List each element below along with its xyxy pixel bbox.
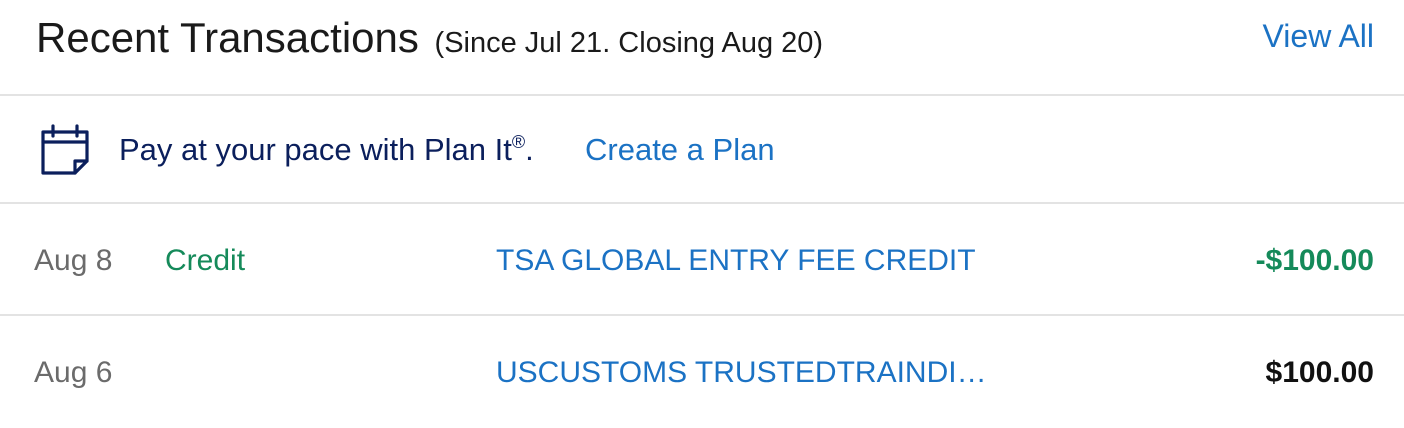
transaction-row[interactable]: Aug 6 USCUSTOMS TRUSTEDTRAINDI… $100.00	[0, 316, 1404, 428]
promo-text: Pay at your pace with Plan It®.	[119, 132, 534, 168]
billing-period-subtitle: (Since Jul 21. Closing Aug 20)	[434, 27, 824, 59]
registered-mark: ®	[511, 132, 526, 152]
credit-tag: Credit	[165, 244, 246, 277]
transaction-amount: -$100.00	[1255, 244, 1374, 277]
promo-period: .	[525, 132, 534, 167]
create-plan-link[interactable]: Create a Plan	[585, 132, 775, 168]
transaction-amount: $100.00	[1265, 356, 1374, 389]
recent-transactions-header: Recent Transactions (Since Jul 21. Closi…	[0, 0, 1404, 96]
title-text: Recent Transactions	[36, 14, 419, 61]
calendar-icon	[40, 124, 90, 176]
transaction-date: Aug 8	[34, 244, 113, 277]
transaction-description[interactable]: USCUSTOMS TRUSTEDTRAINDI…	[496, 356, 987, 390]
plan-it-promo: Pay at your pace with Plan It®. Create a…	[0, 96, 1404, 204]
view-all-link[interactable]: View All	[1263, 18, 1374, 55]
transaction-description[interactable]: TSA GLOBAL ENTRY FEE CREDIT	[496, 244, 976, 278]
transaction-date: Aug 6	[34, 356, 113, 389]
transaction-row[interactable]: Aug 8 Credit TSA GLOBAL ENTRY FEE CREDIT…	[0, 204, 1404, 316]
promo-message: Pay at your pace with Plan It	[119, 132, 512, 167]
page-title: Recent Transactions (Since Jul 21. Closi…	[36, 14, 823, 62]
